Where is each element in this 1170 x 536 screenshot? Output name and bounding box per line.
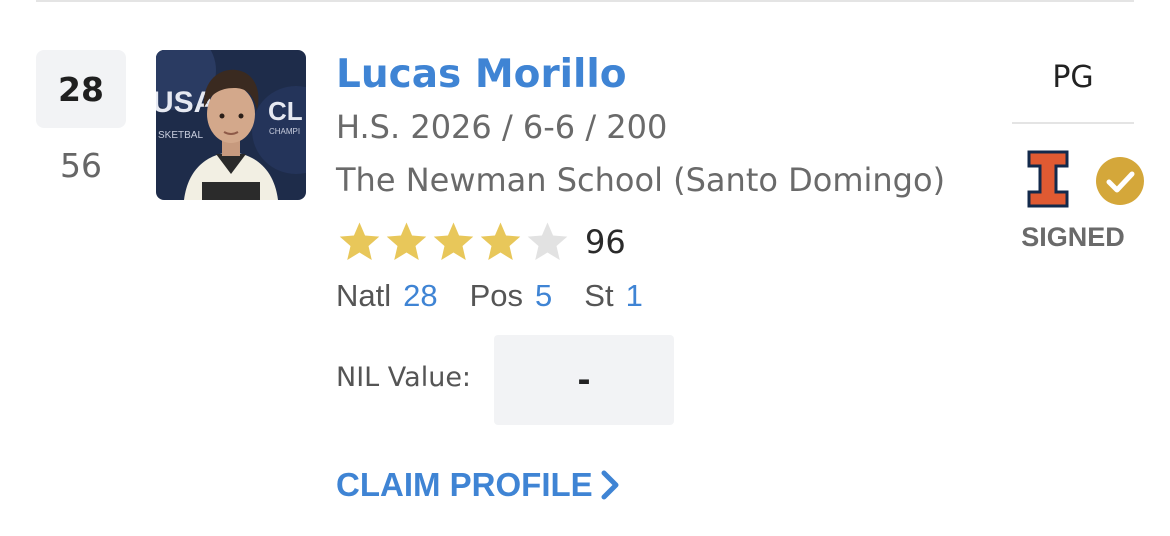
natl-rank-label: Natl	[336, 278, 392, 313]
stars-group	[336, 219, 571, 265]
natl-rank-link[interactable]: 28	[403, 278, 437, 314]
previous-rank: 56	[60, 145, 102, 185]
check-circle-icon	[1096, 157, 1144, 209]
photo-backdrop-right-small: CHAMPI	[269, 127, 300, 136]
rating-score: 96	[585, 223, 626, 261]
claim-profile-link[interactable]: CLAIM PROFILE	[336, 466, 621, 504]
star-icon	[339, 222, 380, 261]
st-rank-label: St	[584, 278, 614, 313]
player-photo[interactable]: USA SKETBAL CL CHAMPI	[156, 50, 306, 200]
nil-value-box: -	[494, 335, 674, 425]
star-icon	[527, 222, 568, 261]
st-rank-link[interactable]: 1	[626, 278, 643, 314]
star-rating: 96	[336, 216, 626, 268]
star-icon	[386, 222, 427, 261]
player-school: The Newman School (Santo Domingo)	[336, 161, 946, 199]
photo-backdrop-right: CL	[268, 96, 303, 126]
position-divider	[1012, 122, 1134, 124]
star-icon	[480, 222, 521, 261]
photo-backdrop-small: SKETBAL	[158, 130, 203, 141]
player-class-height-weight: H.S. 2026 / 6-6 / 200	[336, 108, 668, 146]
pos-rank-link[interactable]: 5	[535, 278, 552, 314]
illinois-logo-icon[interactable]	[1027, 150, 1069, 212]
star-icon	[433, 222, 474, 261]
pos-rank-label: Pos	[469, 278, 524, 313]
claim-profile-label: CLAIM PROFILE	[336, 466, 593, 503]
nil-value-label: NIL Value:	[336, 362, 472, 393]
rankings-row: Natl 28 Pos 5 St 1	[336, 278, 643, 314]
chevron-right-icon	[601, 470, 619, 500]
commitment-status: SIGNED	[1021, 222, 1125, 252]
nil-value: -	[577, 361, 591, 399]
rank-number: 28	[58, 69, 104, 109]
top-divider	[36, 0, 1134, 2]
rank-badge: 28	[36, 50, 126, 128]
player-name-link[interactable]: Lucas Morillo	[336, 52, 627, 97]
player-position: PG	[1052, 59, 1094, 95]
